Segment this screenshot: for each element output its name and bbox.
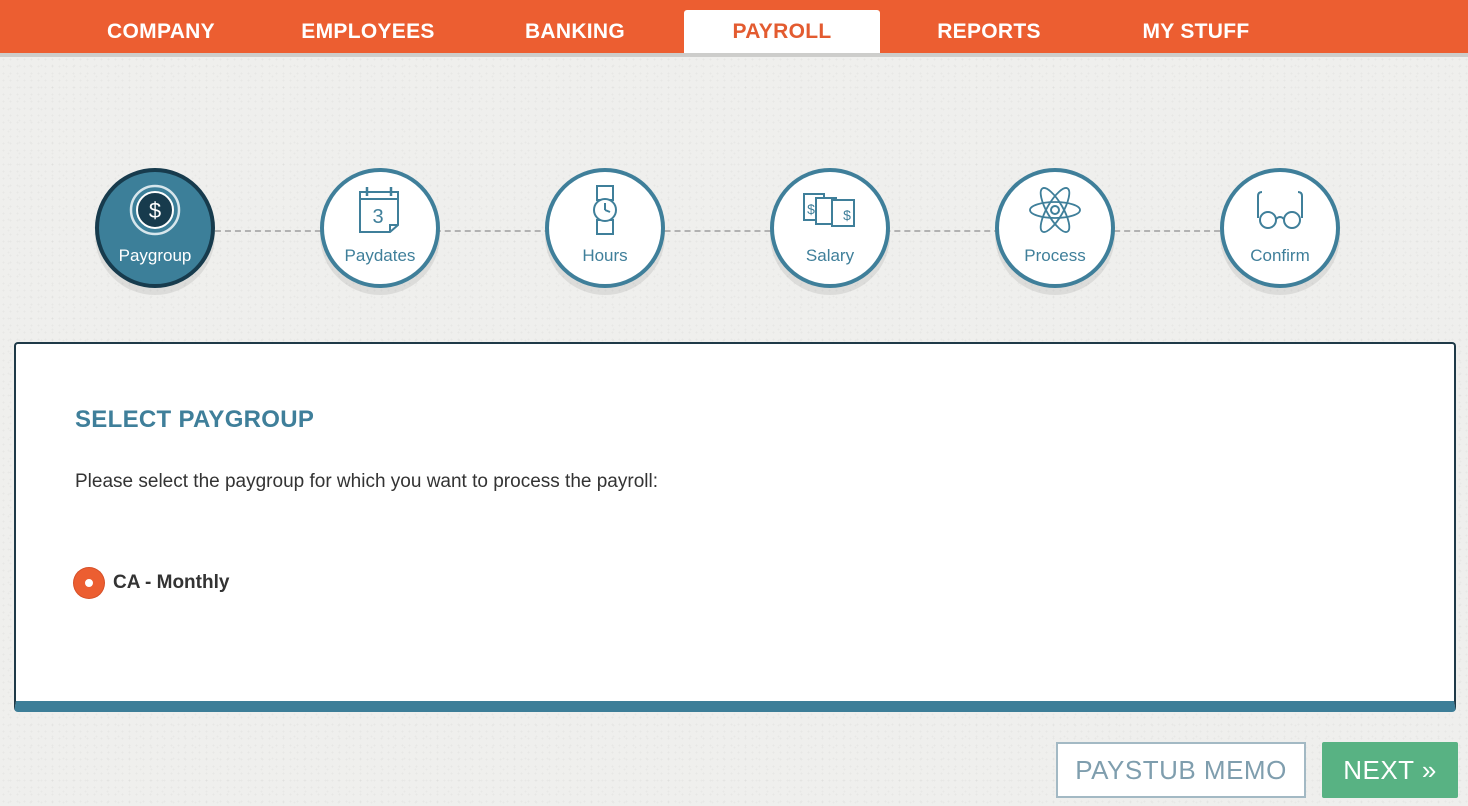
svg-text:$: $ — [807, 201, 815, 217]
step-hours[interactable]: Hours — [545, 168, 665, 288]
step-label: Confirm — [1250, 246, 1310, 265]
tab-company[interactable]: COMPANY — [63, 10, 259, 53]
money-bills-icon: $ $ — [801, 184, 859, 236]
step-paygroup[interactable]: $ Paygroup — [95, 168, 215, 288]
svg-text:3: 3 — [372, 206, 383, 228]
wristwatch-icon — [576, 184, 634, 236]
calendar-icon: 3 — [351, 184, 409, 236]
next-button[interactable]: NEXT » — [1322, 742, 1458, 798]
svg-text:$: $ — [843, 207, 851, 223]
atom-icon — [1026, 184, 1084, 236]
tab-banking[interactable]: BANKING — [477, 10, 673, 53]
step-process[interactable]: Process — [995, 168, 1115, 288]
step-label: Paydates — [344, 246, 416, 265]
tab-reports[interactable]: REPORTS — [891, 10, 1087, 53]
paygroup-radio[interactable] — [74, 568, 104, 598]
payroll-stepper: $ Paygroup 3 Paydates Hours $ $ Salary P… — [0, 160, 1468, 310]
paygroup-panel: SELECT PAYGROUP Please select the paygro… — [14, 342, 1456, 712]
step-label: Hours — [582, 246, 628, 265]
paygroup-option-label: CA - Monthly — [113, 572, 230, 593]
step-confirm[interactable]: Confirm — [1220, 168, 1340, 288]
tab-payroll[interactable]: PAYROLL — [684, 10, 880, 53]
paygroup-option[interactable]: CA - Monthly — [74, 568, 229, 598]
dollar-coin-icon: $ — [126, 184, 184, 236]
step-salary[interactable]: $ $ Salary — [770, 168, 890, 288]
panel-title: SELECT PAYGROUP — [75, 406, 315, 433]
step-label: Process — [1024, 246, 1086, 265]
eyeglasses-icon — [1251, 184, 1309, 236]
step-paydates[interactable]: 3 Paydates — [320, 168, 440, 288]
tab-employees[interactable]: EMPLOYEES — [270, 10, 466, 53]
panel-description: Please select the paygroup for which you… — [75, 471, 658, 492]
step-label: Salary — [805, 246, 855, 265]
step-label: Paygroup — [118, 246, 192, 265]
tab-my-stuff[interactable]: MY STUFF — [1098, 10, 1294, 53]
svg-text:$: $ — [149, 198, 161, 223]
paystub-memo-button[interactable]: PAYSTUB MEMO — [1056, 742, 1306, 798]
top-navigation-bar: COMPANY EMPLOYEES BANKING PAYROLL REPORT… — [0, 0, 1468, 57]
